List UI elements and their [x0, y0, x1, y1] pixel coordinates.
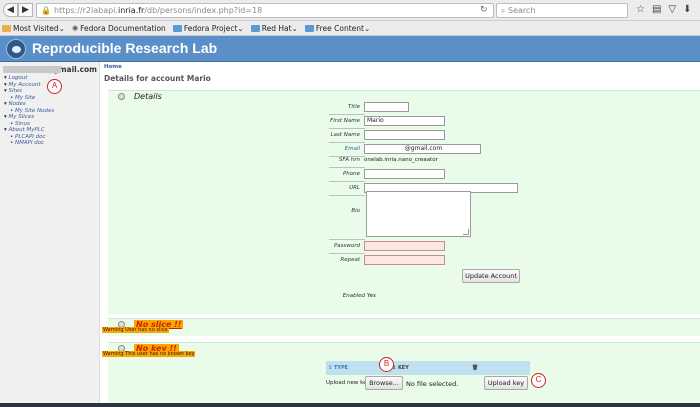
- last-name-row: Last Name: [330, 130, 445, 140]
- collapse-toggle-icon: [118, 93, 125, 100]
- key-warning: Warning This user has no known key: [102, 351, 196, 357]
- row-separator: [329, 181, 365, 182]
- enabled-label: Enabled: [342, 293, 365, 299]
- sidebar: @gmail.com Logout My Account Sites My Si…: [0, 62, 100, 407]
- enabled-value: Yes: [367, 293, 376, 299]
- phone-row: Phone: [330, 169, 445, 179]
- bookmark-free-content[interactable]: Free Content ⌄: [304, 24, 370, 33]
- search-icon: ⌕: [501, 6, 509, 15]
- browse-button[interactable]: Browse...: [365, 376, 403, 390]
- search-placeholder: Search: [508, 6, 536, 15]
- first-name-row: First Name Mario: [330, 116, 445, 126]
- site-header: Reproducible Research Lab: [0, 36, 700, 62]
- sfa-label: SFA hrn: [338, 157, 360, 163]
- bookmark-most-visited[interactable]: Most Visited ⌄: [2, 24, 65, 33]
- repeat-password-input[interactable]: [364, 255, 445, 265]
- slice-warning: Warning User has no slice: [102, 327, 169, 333]
- first-name-input[interactable]: Mario: [364, 116, 445, 126]
- email-input[interactable]: @gmail.com: [364, 144, 481, 154]
- browser-search-input[interactable]: ⌕ Search: [496, 3, 628, 18]
- bookmarks-bar: Most Visited ⌄ ◉ Fedora Documentation Fedo…: [0, 21, 700, 36]
- trash-icon: 🗑: [472, 365, 479, 371]
- column-key[interactable]: ↕ KEY: [390, 361, 470, 375]
- keys-table-header: ↕ TYPE ↕ KEY 🗑: [326, 361, 530, 375]
- phone-input[interactable]: [364, 169, 445, 179]
- fedora-icon: ◉: [71, 24, 79, 32]
- email-label: Email: [344, 146, 360, 152]
- url-bar[interactable]: 🔒 https://r2labapi.inria.fr/db/persons/in…: [36, 3, 494, 18]
- lock-icon: 🔒: [41, 6, 51, 15]
- bookmark-star-icon[interactable]: ☆: [636, 4, 645, 15]
- page-title: Details for account Mario: [104, 74, 211, 83]
- title-row: Title: [330, 102, 409, 112]
- no-file-text: No file selected.: [406, 380, 459, 388]
- sfa-row: SFA hrn onelab.inria.nano_creaator: [330, 157, 438, 163]
- row-separator: [329, 142, 365, 143]
- folder-icon: [304, 24, 314, 32]
- bookmarks-list-icon[interactable]: ▤: [652, 4, 661, 15]
- drupal-logo-icon[interactable]: [6, 39, 26, 59]
- slices-panel: No slice !!: [108, 318, 700, 336]
- download-icon[interactable]: ⬇: [683, 4, 691, 15]
- first-name-label: First Name: [330, 118, 360, 124]
- site-title[interactable]: Reproducible Research Lab: [32, 40, 217, 56]
- nav-buttons: ◀ ▶: [3, 3, 33, 17]
- reload-icon[interactable]: ↻: [480, 5, 488, 15]
- bookmark-fedora-docs[interactable]: ◉ Fedora Documentation: [72, 24, 166, 33]
- bio-textarea[interactable]: [366, 191, 471, 237]
- bio-row: Bio: [330, 208, 364, 214]
- url-path: /db/persons/index.php?id=18: [144, 6, 263, 15]
- password-label: Password: [333, 243, 360, 249]
- folder-icon: [250, 24, 260, 32]
- url-prefix: https://r2labapi.: [53, 6, 118, 15]
- breadcrumb[interactable]: Home: [104, 64, 122, 70]
- bio-label: Bio: [351, 208, 360, 214]
- last-name-input[interactable]: [364, 130, 445, 140]
- row-separator: [329, 239, 365, 240]
- redacted-block: [3, 66, 61, 73]
- forward-button[interactable]: ▶: [18, 3, 33, 17]
- title-label: Title: [348, 104, 360, 110]
- repeat-label: Repeat: [340, 257, 360, 263]
- folder-icon: [2, 24, 11, 32]
- phone-label: Phone: [342, 171, 360, 177]
- sfa-value: onelab.inria.nano_creaator: [364, 157, 438, 163]
- row-separator: [329, 128, 365, 129]
- folder-icon: [172, 24, 182, 32]
- password-input[interactable]: [364, 241, 445, 251]
- row-separator: [329, 253, 365, 254]
- upload-key-button[interactable]: Upload key: [484, 376, 528, 390]
- sidebar-item-nmapi-doc[interactable]: NMAPI doc: [4, 140, 54, 147]
- browser-toolbar: ◀ ▶ 🔒 https://r2labapi.inria.fr/db/person…: [0, 0, 700, 21]
- url-label: URL: [349, 185, 360, 191]
- email-row: Email @gmail.com: [330, 144, 481, 154]
- bookmark-red-hat[interactable]: Red Hat ⌄: [250, 24, 298, 33]
- account-email: @gmail.com: [3, 65, 97, 74]
- bookmark-fedora-project[interactable]: Fedora Project ⌄: [172, 24, 244, 33]
- upload-key-label: Upload new key: [326, 380, 370, 386]
- back-button[interactable]: ◀: [3, 3, 18, 17]
- details-heading[interactable]: Details: [118, 92, 162, 101]
- row-separator: [329, 195, 365, 196]
- password-row: Password: [330, 241, 445, 251]
- browser-icons: ☆ ▤ ▽ ⬇: [636, 4, 692, 15]
- annotation-marker-b: B: [379, 357, 394, 372]
- annotation-marker-c: C: [531, 373, 546, 388]
- annotation-marker-a: A: [47, 79, 62, 94]
- row-separator: [329, 114, 365, 115]
- pocket-icon[interactable]: ▽: [668, 4, 676, 15]
- url-host: inria.fr: [117, 6, 145, 15]
- row-separator: [329, 167, 365, 168]
- title-input[interactable]: [364, 102, 409, 112]
- taskbar-strip: [0, 403, 700, 407]
- last-name-label: Last Name: [330, 132, 360, 138]
- repeat-row: Repeat: [330, 255, 445, 265]
- main-content: Home Details for account Mario Details T…: [100, 62, 700, 407]
- update-account-button[interactable]: Update Account: [462, 269, 520, 283]
